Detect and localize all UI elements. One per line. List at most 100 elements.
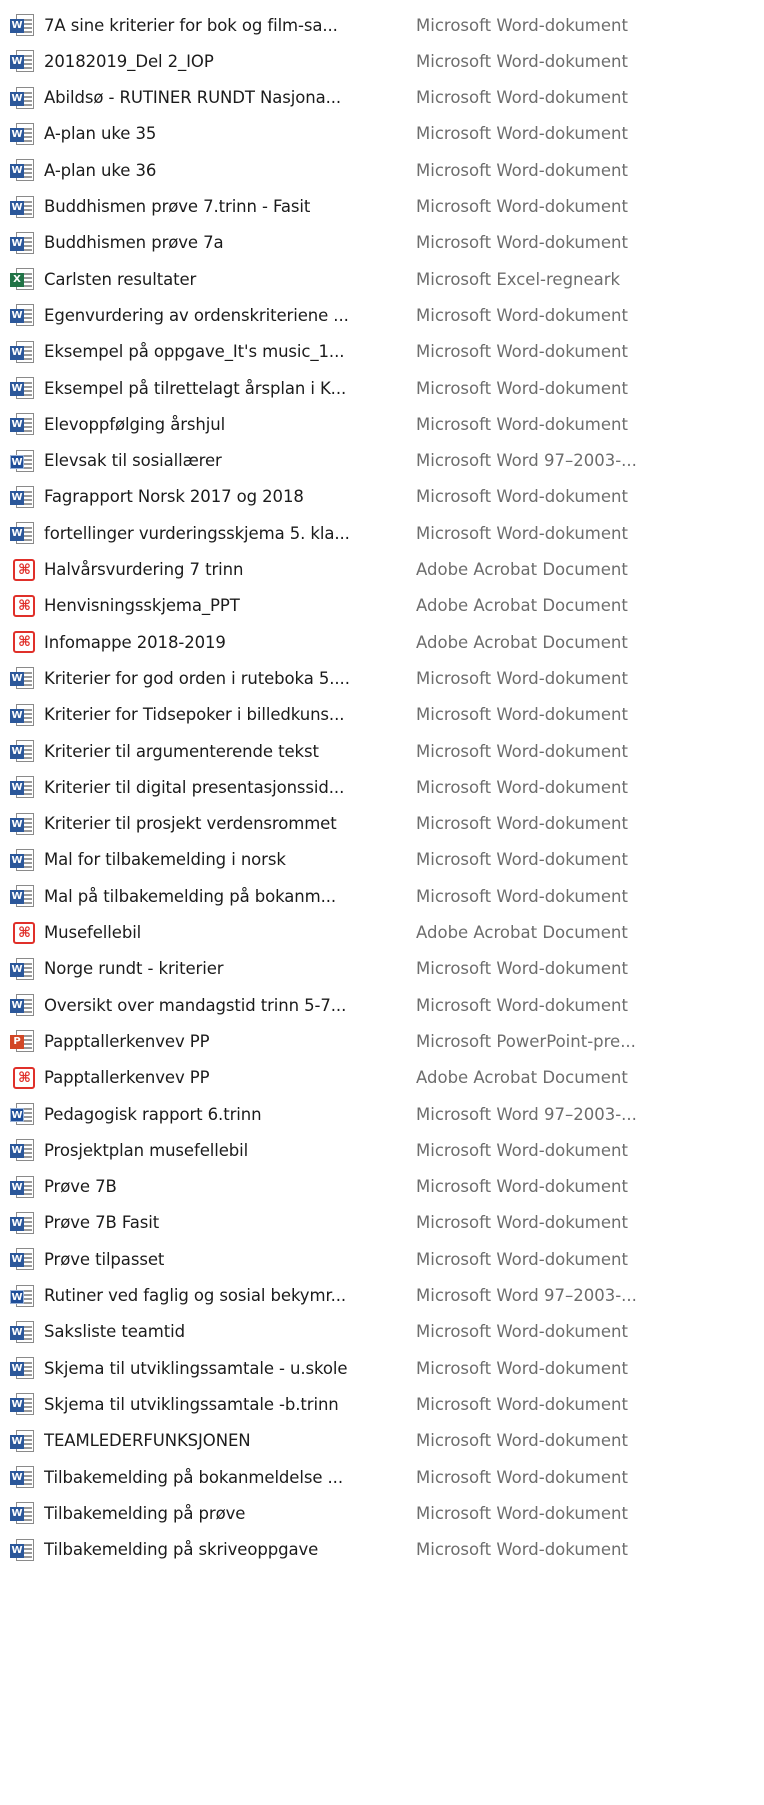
file-row[interactable]: X Carlsten resultater Microsoft Excel-regn… <box>0 261 764 297</box>
file-type: Microsoft Word-dokument <box>416 850 628 870</box>
file-row[interactable]: W Tilbakemelding på skriveoppgave Microsof… <box>0 1532 764 1568</box>
file-row[interactable]: W 7A sine kriterier for bok og film-sa...… <box>0 7 764 43</box>
file-row[interactable]: W Elevsak til sosiallærer Microsoft Word 9… <box>0 443 764 479</box>
file-name: Kriterier for Tidsepoker i billedkuns... <box>44 705 345 725</box>
file-type: Microsoft Word-dokument <box>416 1358 628 1378</box>
file-row[interactable]: W Buddhismen prøve 7.trinn - Fasit Microso… <box>0 189 764 225</box>
file-row[interactable]: ⌘ Infomappe 2018-2019 Adobe Acrobat Docume… <box>0 624 764 660</box>
file-name: Rutiner ved faglig og sosial bekymr... <box>44 1286 347 1305</box>
file-type: Microsoft Word-dokument <box>416 523 628 543</box>
word-doc-icon: W <box>10 11 36 39</box>
file-type: Microsoft Word-dokument <box>416 741 628 761</box>
file-row[interactable]: W Saksliste teamtid Microsoft Word-dokumen… <box>0 1314 764 1350</box>
file-row[interactable]: ⌘ Papptallerkenvev PP Adobe Acrobat Docume… <box>0 1060 764 1096</box>
file-row[interactable]: W Rutiner ved faglig og sosial bekymr... M… <box>0 1278 764 1314</box>
file-row[interactable]: ⌘ Musefellebil Adobe Acrobat Document <box>0 915 764 951</box>
file-type: Microsoft Word-dokument <box>416 777 628 797</box>
file-type: Microsoft Word-dokument <box>416 1177 628 1197</box>
file-type: Microsoft Word-dokument <box>416 197 628 216</box>
file-name: fortellinger vurderingsskjema 5. kla... <box>44 523 350 543</box>
file-type: Microsoft Word-dokument <box>416 1394 628 1414</box>
file-list: W 7A sine kriterier for bok og film-sa...… <box>0 0 764 1805</box>
file-row[interactable]: W Buddhismen prøve 7a Microsoft Word-dokum… <box>0 225 764 261</box>
file-row[interactable]: W Pedagogisk rapport 6.trinn Microsoft Wor… <box>0 1096 764 1132</box>
file-name: Prøve 7B Fasit <box>44 1213 160 1233</box>
word-doc-icon: W <box>10 301 36 329</box>
file-row[interactable]: W Oversikt over mandagstid trinn 5-7... Mi… <box>0 987 764 1023</box>
file-type: Microsoft Word-dokument <box>416 1540 628 1560</box>
file-type: Microsoft Word 97–2003-... <box>416 1286 637 1305</box>
file-type: Microsoft Word-dokument <box>416 342 628 362</box>
word-doc-icon: W <box>10 810 36 838</box>
file-name: Henvisningsskjema_PPT <box>44 596 240 616</box>
word-97-doc-icon: W <box>10 447 36 475</box>
file-row[interactable]: W Kriterier for Tidsepoker i billedkuns..… <box>0 697 764 733</box>
file-name: Kriterier til prosjekt verdensrommet <box>44 814 337 834</box>
file-type: Microsoft PowerPoint-pre... <box>416 1031 636 1051</box>
file-name: Prøve tilpasset <box>44 1249 165 1269</box>
file-name: Pedagogisk rapport 6.trinn <box>44 1104 262 1124</box>
file-row[interactable]: Wfortellinger vurderingsskjema 5. kla...… <box>0 515 764 551</box>
file-row[interactable]: P Papptallerkenvev PP Microsoft PowerPoint… <box>0 1023 764 1059</box>
file-row[interactable]: W A-plan uke 36 Microsoft Word-dokument <box>0 152 764 188</box>
file-name: Buddhismen prøve 7a <box>44 233 224 253</box>
file-row[interactable]: W Eksempel på tilrettelagt årsplan i K...… <box>0 370 764 406</box>
word-doc-icon: W <box>10 1499 36 1527</box>
file-name: Musefellebil <box>44 923 142 942</box>
file-type: Microsoft Word-dokument <box>416 233 628 253</box>
file-row[interactable]: ⌘ Halvårsvurdering 7 trinn Adobe Acrobat D… <box>0 552 764 588</box>
file-row[interactable]: W A-plan uke 35 Microsoft Word-dokument <box>0 116 764 152</box>
file-name: Saksliste teamtid <box>44 1322 185 1342</box>
file-row[interactable]: W Skjema til utviklingssamtale -b.trinn Mi… <box>0 1386 764 1422</box>
file-row[interactable]: W Prosjektplan musefellebil Microsoft Word… <box>0 1132 764 1168</box>
acrobat-pdf-icon: ⌘ <box>10 556 36 584</box>
file-row[interactable]: W Eksempel på oppgave_It's music_1... Micr… <box>0 334 764 370</box>
file-type: Adobe Acrobat Document <box>416 560 628 579</box>
file-row[interactable]: W Norge rundt - kriterier Microsoft Word-d… <box>0 951 764 987</box>
file-type: Microsoft Word-dokument <box>416 1249 628 1269</box>
file-name: Papptallerkenvev PP <box>44 1068 210 1088</box>
file-type: Adobe Acrobat Document <box>416 1068 628 1088</box>
file-row[interactable]: W Abildsø - RUTINER RUNDT Nasjona... Micro… <box>0 80 764 116</box>
acrobat-pdf-icon: ⌘ <box>10 592 36 620</box>
file-row[interactable]: W Tilbakemelding på bokanmeldelse ... Micr… <box>0 1459 764 1495</box>
file-row[interactable]: W Egenvurdering av ordenskriteriene ... Mi… <box>0 297 764 333</box>
file-name: A-plan uke 35 <box>44 124 157 144</box>
file-name: Egenvurdering av ordenskriteriene ... <box>44 305 349 325</box>
file-type: Microsoft Word-dokument <box>416 1503 628 1523</box>
file-row[interactable]: W Prøve 7B Microsoft Word-dokument <box>0 1169 764 1205</box>
file-type: Microsoft Word-dokument <box>416 15 628 35</box>
file-row[interactable]: W Kriterier til digital presentasjonssid.… <box>0 769 764 805</box>
file-row[interactable]: W Prøve 7B Fasit Microsoft Word-dokument <box>0 1205 764 1241</box>
file-row[interactable]: W Prøve tilpasset Microsoft Word-dokument <box>0 1241 764 1277</box>
file-row[interactable]: ⌘ Henvisningsskjema_PPT Adobe Acrobat Docu… <box>0 588 764 624</box>
file-row[interactable]: W Kriterier til argumenterende tekst Micro… <box>0 733 764 769</box>
word-doc-icon: W <box>10 120 36 148</box>
file-row[interactable]: W Fagrapport Norsk 2017 og 2018 Microsoft … <box>0 479 764 515</box>
file-type: Microsoft Word-dokument <box>416 160 628 180</box>
file-row[interactable]: W Mal for tilbakemelding i norsk Microsoft… <box>0 842 764 878</box>
file-name: Carlsten resultater <box>44 269 197 289</box>
word-doc-icon: W <box>10 955 36 983</box>
file-row[interactable]: W Mal på tilbakemelding på bokanm... Micro… <box>0 878 764 914</box>
file-type: Microsoft Word-dokument <box>416 1431 628 1451</box>
file-name: Mal på tilbakemelding på bokanm... <box>44 886 337 906</box>
file-row[interactable]: W Kriterier til prosjekt verdensrommet Mic… <box>0 806 764 842</box>
file-type: Microsoft Word-dokument <box>416 814 628 834</box>
file-name: Halvårsvurdering 7 trinn <box>44 560 244 579</box>
file-row[interactable]: W TEAMLEDERFUNKSJONEN Microsoft Word-dokum… <box>0 1423 764 1459</box>
file-row[interactable]: W Skjema til utviklingssamtale - u.skole M… <box>0 1350 764 1386</box>
file-type: Microsoft Word-dokument <box>416 1322 628 1342</box>
file-type: Microsoft Word-dokument <box>416 1213 628 1233</box>
file-row[interactable]: W Kriterier for god orden i ruteboka 5...… <box>0 660 764 696</box>
word-doc-icon: W <box>10 374 36 402</box>
word-doc-icon: W <box>10 483 36 511</box>
file-row[interactable]: W Elevoppfølging årshjul Microsoft Word-do… <box>0 406 764 442</box>
word-doc-icon: W <box>10 1427 36 1455</box>
file-row[interactable]: W Tilbakemelding på prøve Microsoft Word-d… <box>0 1495 764 1531</box>
file-type: Adobe Acrobat Document <box>416 923 628 942</box>
file-name: Eksempel på oppgave_It's music_1... <box>44 342 345 362</box>
file-row[interactable]: W 20182019_Del 2_IOP Microsoft Word-dokume… <box>0 43 764 79</box>
file-type: Microsoft Word-dokument <box>416 414 628 434</box>
file-name: Tilbakemelding på prøve <box>44 1503 246 1523</box>
